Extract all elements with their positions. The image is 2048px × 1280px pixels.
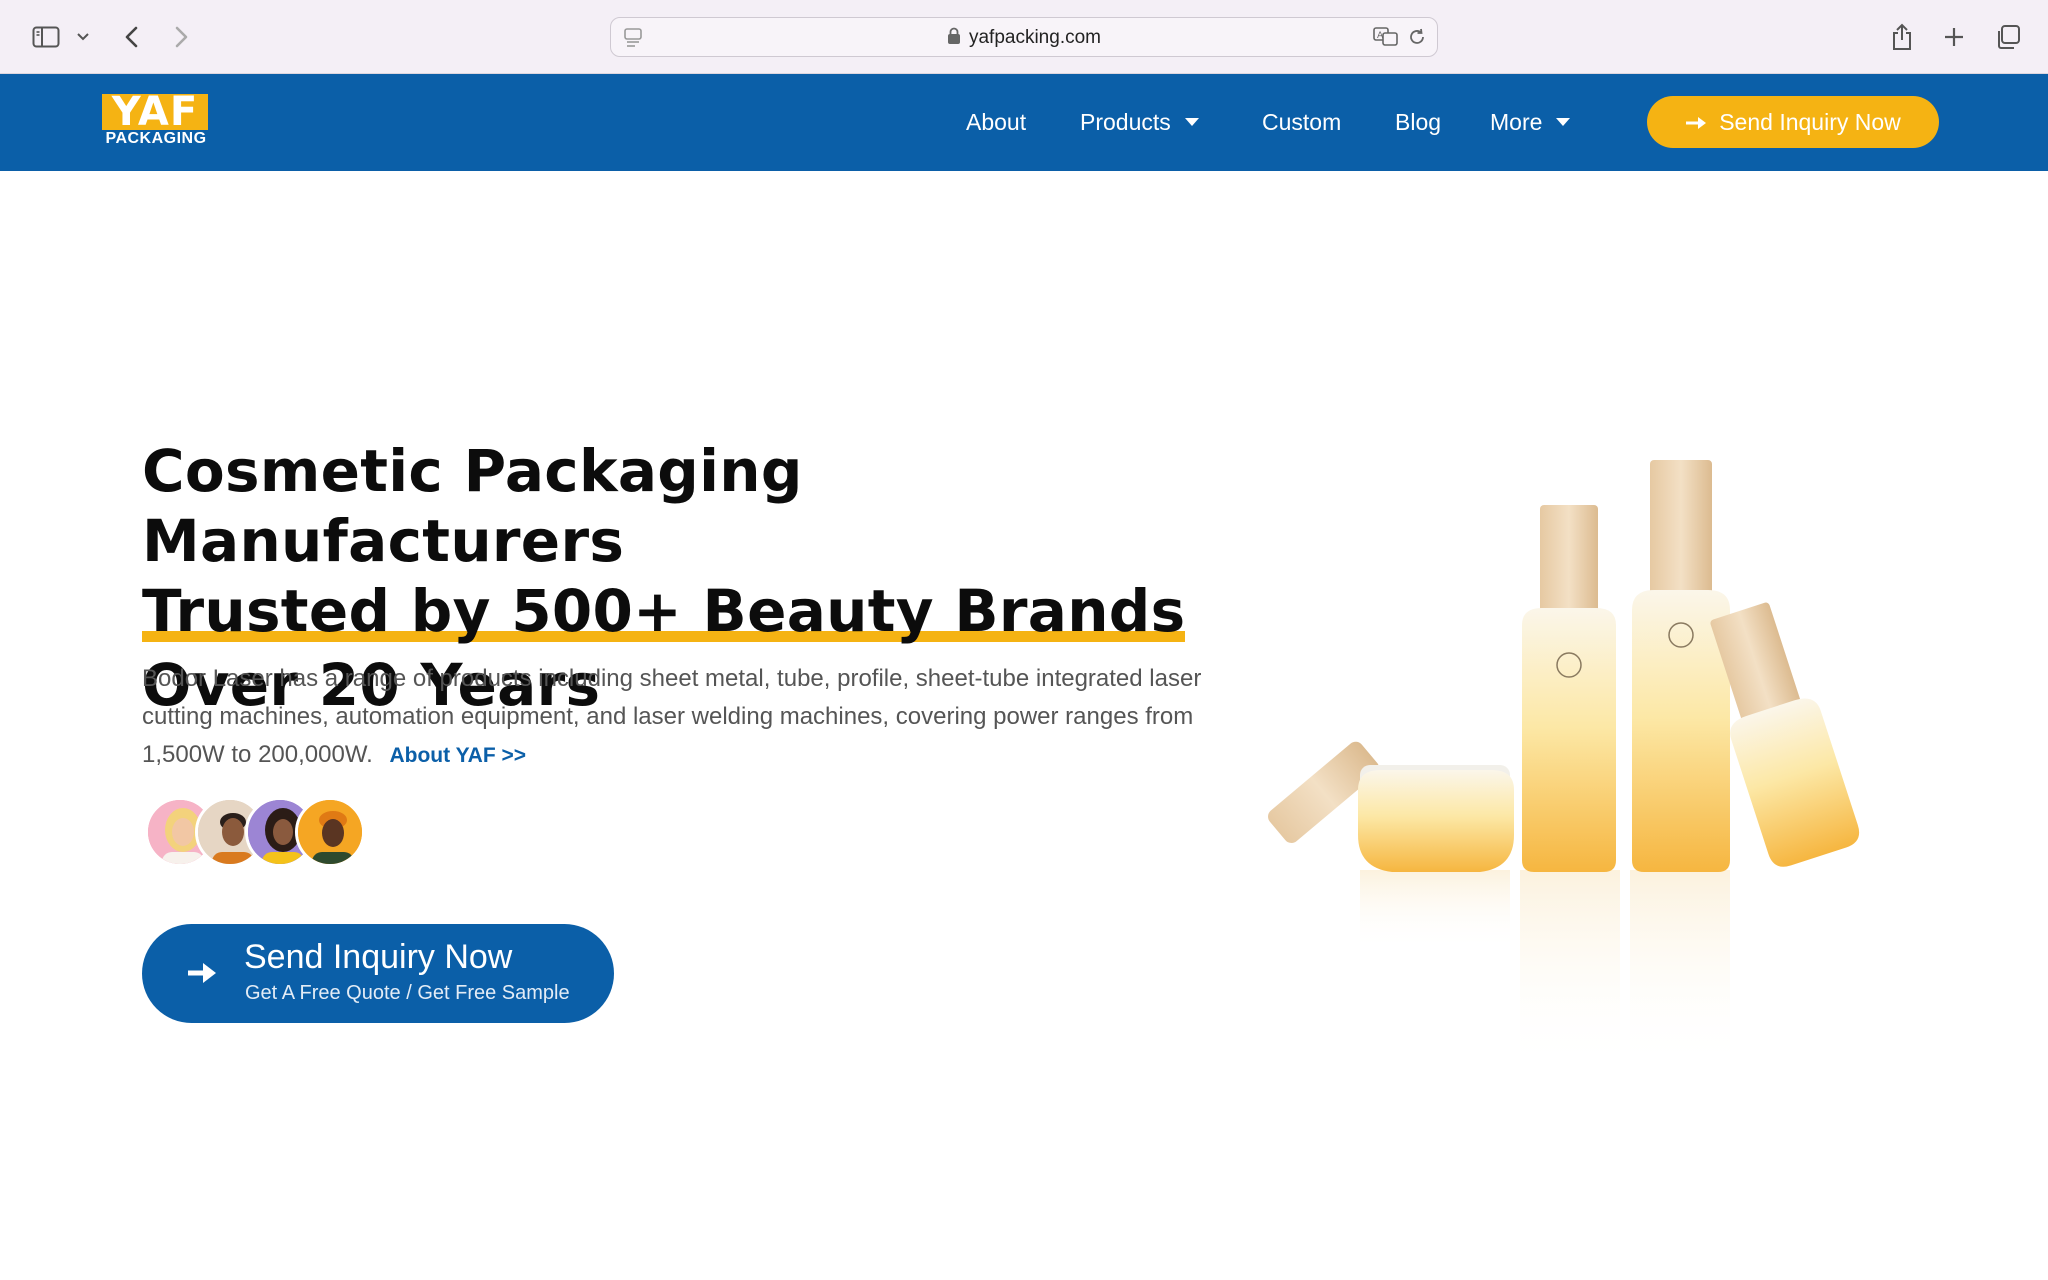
nav-custom[interactable]: Custom [1262,107,1341,137]
back-icon[interactable] [116,18,146,56]
nav-about-label: About [966,108,1027,135]
nav-custom-label: Custom [1262,108,1342,135]
nav-blog-label: Blog [1395,108,1442,135]
forward-icon[interactable] [167,18,197,56]
browser-toolbar: yafpacking.com A [0,0,2048,74]
nav-more-label: More [1490,108,1543,135]
svg-text:A: A [1377,31,1384,41]
lock-icon [947,27,961,51]
nav-about[interactable]: About [966,107,1026,137]
hero-cta-title: Send Inquiry Now [244,938,513,976]
sidebar-toggle-icon[interactable] [26,18,66,56]
hero-cta-subtitle: Get A Free Quote / Get Free Sample [245,982,570,1004]
address-bar[interactable]: yafpacking.com A [610,17,1438,57]
headline-line-2-highlighted: Trusted by 500+ Beauty Brands [142,576,1186,648]
arrow-right-icon [186,960,218,991]
logo-mark: YAF [102,92,208,132]
nav-send-inquiry-button[interactable]: Send Inquiry Now [1647,96,1939,148]
share-icon[interactable] [1888,18,1916,56]
logo-wordmark: PACKAGING [105,130,207,147]
url-text: yafpacking.com [968,27,1101,48]
tab-overview-icon[interactable] [1992,18,2024,56]
customer-avatars [145,797,385,869]
site-logo[interactable]: YAF PACKAGING [102,92,210,150]
nav-blog[interactable]: Blog [1395,107,1441,137]
caret-down-icon [1556,118,1571,126]
hero-description: Bodor Laser has a range of products incl… [142,660,1202,775]
hero-description-text: Bodor Laser has a range of products incl… [142,665,1202,768]
headline-line-1: Cosmetic Packaging Manufacturers [142,437,803,575]
nav-more[interactable]: More [1490,107,1571,137]
nav-products-label: Products [1080,108,1171,135]
nav-send-inquiry-label: Send Inquiry Now [1719,108,1901,135]
avatar [295,797,365,867]
translate-icon[interactable]: A [1373,26,1399,53]
reload-icon[interactable] [1407,27,1427,52]
about-yaf-link[interactable]: About YAF >> [389,744,526,767]
hero-send-inquiry-button[interactable]: Send Inquiry Now Get A Free Quote / Get … [142,924,614,1023]
url-display: yafpacking.com [611,27,1437,51]
arrow-right-icon [1685,109,1707,136]
chevron-down-icon[interactable] [72,18,94,56]
nav-products[interactable]: Products [1080,107,1199,137]
new-tab-icon[interactable] [1940,18,1968,56]
product-image [1260,440,1920,1080]
caret-down-icon [1184,118,1199,126]
